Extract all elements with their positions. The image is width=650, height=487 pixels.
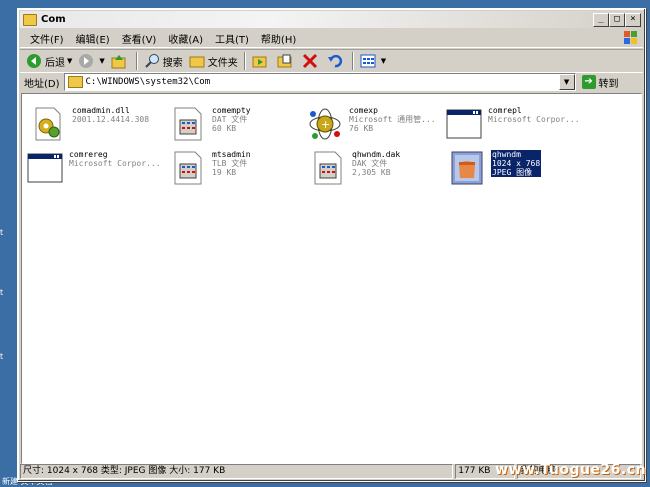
views-icon <box>360 54 376 68</box>
forward-arrow-icon <box>79 54 94 68</box>
tlb-file-icon <box>174 151 202 185</box>
address-bar: 地址(D) C:\WINDOWS\system32\Com ▼ ➔ 转到 <box>20 73 643 91</box>
dak-file-icon <box>314 151 342 185</box>
file-type: DAK 文件 <box>352 159 388 168</box>
window-app-icon <box>446 109 482 139</box>
menu-file[interactable]: 文件(F) <box>24 31 70 46</box>
undo-button[interactable] <box>324 51 349 71</box>
back-label: 后退 <box>45 57 65 69</box>
menu-view[interactable]: 查看(V) <box>116 31 163 46</box>
title-bar[interactable]: Com _ □ × <box>20 11 643 28</box>
jpeg-image-icon <box>451 151 483 185</box>
address-value: C:\WINDOWS\system32\Com <box>85 77 211 87</box>
file-item[interactable]: comrepl Microsoft Corpor... <box>446 106 586 150</box>
file-name: comadmin.dll <box>72 106 130 115</box>
menu-edit[interactable]: 编辑(E) <box>70 31 116 46</box>
file-size: 76 KB <box>349 124 374 133</box>
file-type: TLB 文件 <box>212 159 248 168</box>
file-item[interactable]: comadmin.dll 2001.12.4414.308 <box>30 106 170 150</box>
toolbar-separator <box>243 52 246 70</box>
toolbar-separator <box>351 52 354 70</box>
up-folder-button[interactable] <box>108 51 133 71</box>
back-button[interactable]: 后退 ▼ <box>23 51 75 71</box>
go-arrow-icon: ➔ <box>581 75 596 89</box>
close-button[interactable]: × <box>625 13 641 27</box>
file-item-selected[interactable]: qhwndm 1024 x 768 JPEG 图像 <box>449 149 589 194</box>
menu-help[interactable]: 帮助(H) <box>255 31 302 46</box>
file-type: Microsoft 通用管... <box>349 115 436 124</box>
file-item[interactable]: qhwndm.dak DAK 文件 2,305 KB <box>310 150 450 194</box>
menu-bar: 文件(F) 编辑(E) 查看(V) 收藏(A) 工具(T) 帮助(H) <box>20 29 643 48</box>
folders-label: 文件夹 <box>207 57 238 69</box>
desktop-fragment: t <box>0 288 4 297</box>
file-name: qhwndm <box>492 150 521 159</box>
file-name: comempty <box>212 106 251 115</box>
folders-icon <box>189 56 205 68</box>
delete-x-icon <box>302 53 317 69</box>
file-type: JPEG 图像 <box>492 168 533 177</box>
search-icon <box>145 54 159 68</box>
file-type: DAT 文件 <box>212 115 248 124</box>
folder-icon <box>23 13 37 26</box>
file-description: Microsoft Corpor... <box>69 159 161 168</box>
file-name: mtsadmin <box>212 150 251 159</box>
address-dropdown-button[interactable]: ▼ <box>558 74 575 90</box>
go-button[interactable]: ➔ 转到 <box>581 75 619 90</box>
folder-icon <box>67 76 83 88</box>
toolbar: 后退 ▼ ▼ 搜索 文件夹 ▼ <box>20 49 643 73</box>
menu-tools[interactable]: 工具(T) <box>209 31 255 46</box>
window-app-icon <box>27 153 63 183</box>
image-dimensions: 1024 x 768 <box>492 159 541 168</box>
file-size: 2,305 KB <box>352 168 391 177</box>
file-version: 2001.12.4414.308 <box>72 115 150 124</box>
maximize-button[interactable]: □ <box>609 13 625 27</box>
windows-logo-icon <box>624 31 637 44</box>
file-description: Microsoft Corpor... <box>488 115 580 124</box>
dll-gear-icon <box>35 107 61 141</box>
up-folder-icon <box>111 55 126 69</box>
file-name: comrereg <box>69 150 108 159</box>
back-arrow-icon <box>27 54 41 68</box>
desktop-fragment: t <box>0 352 4 361</box>
move-to-icon <box>252 56 267 68</box>
copy-to-icon <box>277 54 292 68</box>
address-field[interactable]: C:\WINDOWS\system32\Com ▼ <box>63 73 576 91</box>
window-title: Com <box>41 14 66 25</box>
search-label: 搜索 <box>162 57 183 69</box>
forward-button[interactable]: ▼ <box>75 51 107 71</box>
file-name: qhwndm.dak <box>352 150 401 159</box>
file-name: comexp <box>349 106 378 115</box>
desktop-background <box>0 0 18 484</box>
dat-file-icon <box>174 107 202 141</box>
address-label: 地址(D) <box>24 78 60 90</box>
file-size: 60 KB <box>212 124 237 133</box>
delete-button[interactable] <box>299 51 324 71</box>
menu-favorites[interactable]: 收藏(A) <box>162 31 209 46</box>
mmc-snapin-icon: + <box>309 108 341 140</box>
explorer-window: Com _ □ × 文件(F) 编辑(E) 查看(V) 收藏(A) 工具(T) … <box>17 8 646 482</box>
file-item[interactable]: comrereg Microsoft Corpor... <box>27 150 167 194</box>
file-name: comrepl <box>488 106 522 115</box>
folders-button[interactable]: 文件夹 <box>186 51 241 71</box>
copy-to-button[interactable] <box>274 51 299 71</box>
go-label: 转到 <box>598 78 619 90</box>
svg-text:+: + <box>321 118 330 131</box>
file-size: 19 KB <box>212 168 237 177</box>
file-item[interactable]: mtsadmin TLB 文件 19 KB <box>170 150 310 194</box>
undo-icon <box>327 54 342 68</box>
file-item[interactable]: comempty DAT 文件 60 KB <box>170 106 310 150</box>
toolbar-separator <box>135 52 138 70</box>
status-info: 尺寸: 1024 x 768 类型: JPEG 图像 大小: 177 KB <box>20 464 454 479</box>
views-button[interactable]: ▼ <box>357 51 389 71</box>
move-to-button[interactable] <box>249 51 274 71</box>
minimize-button[interactable]: _ <box>593 13 609 27</box>
desktop-fragment: t <box>0 228 4 237</box>
file-item[interactable]: + comexp Microsoft 通用管... 76 KB <box>307 106 447 150</box>
watermark-text: www.Tuogue26.cn <box>495 462 646 478</box>
file-list-view[interactable]: comadmin.dll 2001.12.4414.308 comempty DAT… <box>21 93 642 464</box>
search-button[interactable]: 搜索 <box>141 51 186 71</box>
